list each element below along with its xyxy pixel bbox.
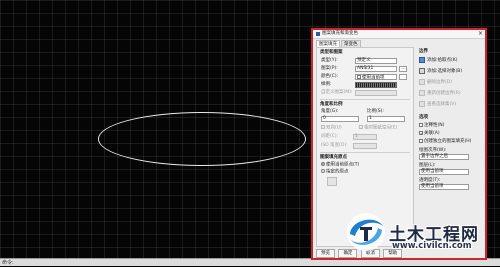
color-label: 颜色(C): bbox=[321, 74, 339, 79]
double-label: 双向(U) bbox=[326, 125, 342, 131]
hatch-origin-group-label: 图案填充原点 bbox=[320, 155, 347, 160]
site-watermark: 土木工程网 www.civilcn.com bbox=[345, 210, 495, 260]
angle-select[interactable]: 0 bbox=[321, 116, 359, 122]
type-label: 类型(Y): bbox=[321, 58, 338, 63]
draw-order-value: 置于边界之后 bbox=[421, 154, 448, 159]
watermark-url: www.civilcn.com bbox=[392, 241, 472, 251]
scale-select-value: 1 bbox=[369, 116, 372, 121]
add-pick-points-label: 添加:拾取点(K) bbox=[427, 58, 458, 63]
layer-select[interactable]: 使用当前项 bbox=[419, 169, 469, 175]
iso-pen-width-label: ISO 笔宽(O): bbox=[321, 143, 348, 148]
preview-button[interactable]: 预览 bbox=[316, 249, 335, 258]
double-option[interactable]: 双向(U) bbox=[321, 125, 342, 131]
transparency-value: 使用当前项 bbox=[421, 184, 444, 189]
custom-pattern-select[interactable] bbox=[355, 90, 397, 96]
layer-value: 使用当前项 bbox=[421, 169, 444, 174]
close-icon[interactable]: × bbox=[478, 30, 483, 38]
divider bbox=[320, 152, 410, 153]
recreate-boundary-label: 重新创建边界(R) bbox=[427, 91, 461, 96]
dialog-title: 图案填充和渐变色 bbox=[322, 31, 358, 36]
color-swatch-icon bbox=[357, 75, 361, 79]
associative-checkbox[interactable]: ✓ bbox=[419, 130, 423, 135]
recreate-boundary-button[interactable]: 重新创建边界(R) bbox=[419, 89, 461, 98]
angle-scale-group-label: 角度和比例 bbox=[320, 102, 343, 107]
select-objects-icon bbox=[419, 67, 425, 74]
origin-specified-radio[interactable] bbox=[321, 169, 325, 173]
boundary-group-label: 边界 bbox=[419, 49, 428, 54]
transparency-select[interactable]: 使用当前项 bbox=[419, 184, 469, 190]
remove-boundary-label: 删除边界(D) bbox=[427, 80, 452, 85]
ellipse-shape[interactable] bbox=[98, 112, 306, 166]
background-color-select[interactable] bbox=[399, 74, 407, 80]
separate-hatches-label: 创建独立的图案填充(H) bbox=[424, 139, 472, 144]
add-pick-points-button[interactable]: 添加:拾取点(K) bbox=[419, 56, 457, 65]
separate-hatches-option[interactable]: 创建独立的图案填充(H) bbox=[419, 137, 471, 146]
associative-label: 关联(A) bbox=[424, 131, 440, 136]
view-selections-button[interactable]: 查看选择集(V) bbox=[419, 100, 456, 109]
scale-select[interactable]: 1 bbox=[367, 116, 405, 122]
spacing-input-value: 1 bbox=[355, 134, 358, 139]
iso-pen-width-select[interactable] bbox=[353, 143, 377, 149]
type-select-value: 预定义 bbox=[357, 58, 371, 63]
type-select[interactable]: 预定义 bbox=[355, 58, 397, 64]
relative-paper-checkbox[interactable] bbox=[359, 125, 363, 129]
add-select-objects-label: 添加:选择对象(B) bbox=[427, 69, 463, 74]
origin-specified-option[interactable]: 指定的原点 bbox=[321, 169, 349, 175]
scale-label: 比例(S): bbox=[367, 109, 384, 114]
recreate-boundary-icon bbox=[419, 89, 425, 96]
pick-points-icon bbox=[419, 56, 425, 63]
remove-boundary-button[interactable]: 删除边界(D) bbox=[419, 78, 452, 87]
spacing-label: 间距(C): bbox=[321, 134, 339, 139]
command-prompt: 命令: bbox=[2, 260, 14, 266]
origin-current-option[interactable]: 使用当前原点(T) bbox=[321, 162, 359, 168]
color-select[interactable]: 使用当前项 bbox=[355, 74, 397, 80]
app-icon bbox=[316, 32, 320, 36]
view-selections-label: 查看选择集(V) bbox=[427, 102, 457, 107]
pattern-label: 图案(P): bbox=[321, 66, 338, 71]
annotative-label: 注释性(N) bbox=[424, 123, 445, 128]
add-select-objects-button[interactable]: 添加:选择对象(B) bbox=[419, 67, 462, 76]
civilcn-logo-icon bbox=[347, 213, 385, 251]
origin-current-label: 使用当前原点(T) bbox=[326, 162, 360, 168]
origin-current-radio[interactable] bbox=[321, 162, 325, 166]
annotative-checkbox[interactable] bbox=[419, 122, 423, 127]
divider bbox=[320, 99, 410, 100]
color-select-value: 使用当前项 bbox=[362, 75, 385, 81]
spacing-input[interactable]: 1 bbox=[353, 134, 377, 140]
relative-paper-label: 相对图纸空间(E) bbox=[364, 125, 398, 131]
relative-paper-option[interactable]: 相对图纸空间(E) bbox=[359, 125, 397, 131]
double-checkbox[interactable] bbox=[321, 125, 325, 129]
dialog-titlebar[interactable]: 图案填充和渐变色 × bbox=[313, 30, 485, 39]
remove-boundary-icon bbox=[419, 78, 425, 85]
pattern-select-value: ANSI31 bbox=[357, 66, 374, 71]
custom-pattern-label: 自定义图案(M): bbox=[321, 90, 353, 95]
pattern-browse-button[interactable]: … bbox=[399, 66, 407, 72]
angle-label: 角度(G): bbox=[321, 109, 339, 114]
separate-hatches-checkbox[interactable] bbox=[419, 138, 423, 143]
hatch-sample-preview[interactable] bbox=[355, 82, 397, 88]
dialog-tabs: 图案填充 渐变色 bbox=[316, 40, 362, 48]
view-selections-icon bbox=[419, 100, 425, 107]
origin-specified-label: 指定的原点 bbox=[326, 169, 349, 175]
sample-label: 样例: bbox=[321, 82, 332, 87]
pattern-select[interactable]: ANSI31 bbox=[355, 66, 397, 72]
draw-order-select[interactable]: 置于边界之后 bbox=[419, 154, 469, 160]
angle-select-value: 0 bbox=[323, 116, 326, 121]
type-pattern-group-label: 类型和图案 bbox=[320, 50, 343, 55]
origin-pick-button[interactable] bbox=[327, 177, 337, 186]
